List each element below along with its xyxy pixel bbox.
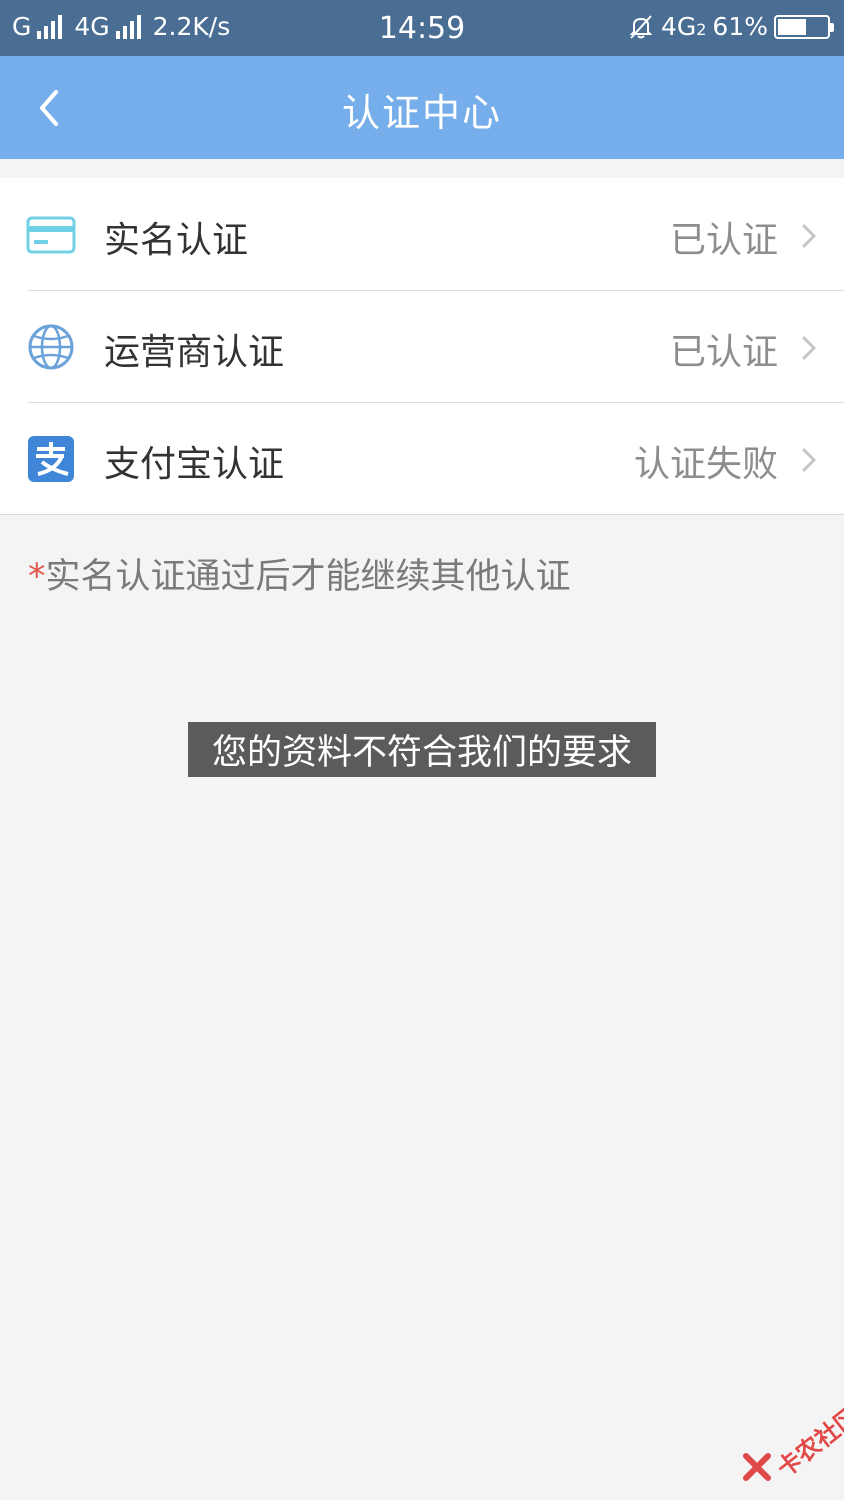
watermark-logo: 卡农社区 [742,1402,844,1484]
auth-item-label: 实名认证 [104,220,249,261]
auth-item-status: 认证失败 [633,444,778,485]
chevron-right-icon [802,448,816,472]
watermark-text: 卡农社区 [771,1401,844,1483]
auth-item-realname[interactable]: 实名认证 已认证 [0,178,844,290]
status-bar: G 4G 2.2K/s 14:59 4G2 61% [0,0,844,56]
battery-percent: 61% [712,12,768,41]
auth-list: 实名认证 已认证 运营商认证 已认证 支付宝认证 认证失败 [0,178,844,515]
auth-item-carrier[interactable]: 运营商认证 已认证 [0,290,844,402]
chevron-right-icon [802,224,816,248]
id-card-icon [26,216,76,254]
nav-bar: 认证中心 [0,56,844,159]
note-text: 实名认证通过后才能继续其他认证 [45,557,571,597]
auth-item-status: 已认证 [669,220,778,261]
required-star: * [28,557,46,597]
mute-bell-icon [629,14,653,39]
status-right: 4G2 61% [627,12,834,41]
network-type: 4G2 [660,12,707,41]
battery-icon [774,14,834,39]
alipay-icon [28,436,74,482]
auth-item-status: 已认证 [669,332,778,373]
globe-icon [28,324,74,370]
auth-item-label: 支付宝认证 [104,444,285,485]
toast-message: 您的资料不符合我们的要求 [188,722,656,777]
auth-item-alipay[interactable]: 支付宝认证 认证失败 [0,402,844,514]
auth-note: *实名认证通过后才能继续其他认证 [28,548,571,599]
auth-item-label: 运营商认证 [104,332,285,373]
page-title: 认证中心 [341,91,502,135]
chevron-right-icon [802,336,816,360]
